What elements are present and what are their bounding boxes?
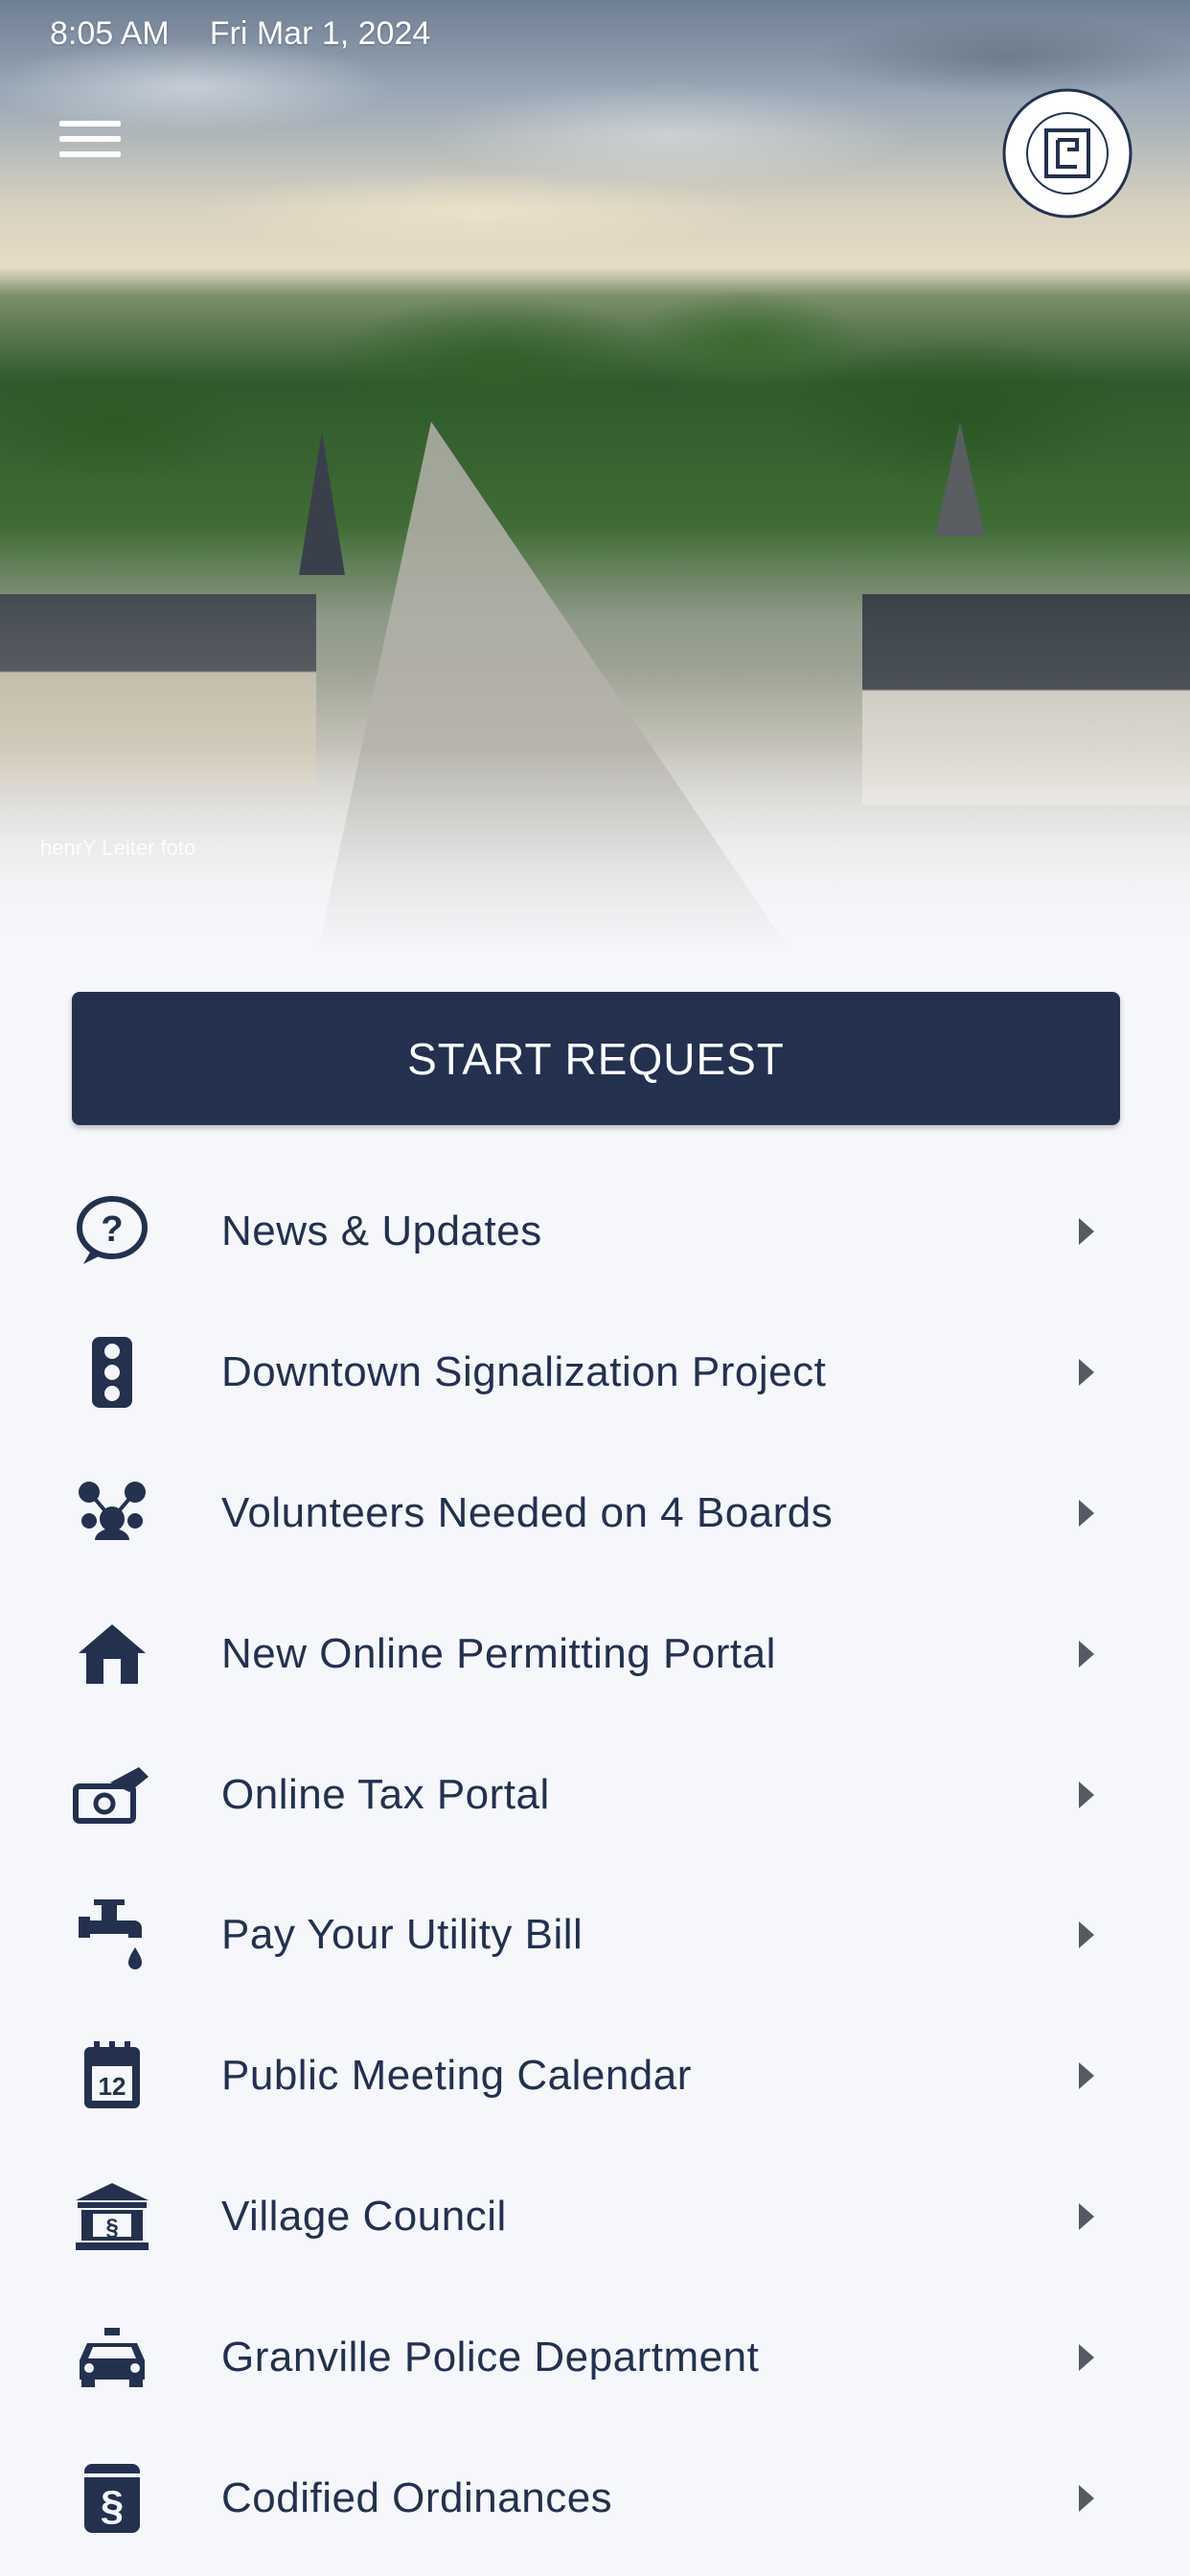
menu-list: ? News & Updates Downtown Signalization … xyxy=(0,1162,1190,2568)
start-request-button[interactable]: START REQUEST xyxy=(72,992,1120,1125)
menu-item-label: Village Council xyxy=(221,2192,507,2240)
menu-item-label: Granville Police Department xyxy=(221,2333,760,2380)
hand-money-icon xyxy=(71,1754,153,1836)
chevron-right-icon xyxy=(1079,2484,1094,2512)
menu-item-volunteers[interactable]: Volunteers Needed on 4 Boards xyxy=(0,1443,1190,1584)
menu-item-label: News & Updates xyxy=(221,1208,542,1255)
chevron-right-icon xyxy=(1079,2343,1094,2371)
chevron-right-icon xyxy=(1079,1218,1094,1246)
chevron-right-icon xyxy=(1079,1359,1094,1387)
svg-text:§: § xyxy=(101,2482,124,2529)
svg-text:§: § xyxy=(105,2215,118,2241)
status-bar: 8:05 AM Fri Mar 1, 2024 xyxy=(50,15,430,53)
menu-item-label: Online Tax Portal xyxy=(221,1770,550,1818)
chevron-right-icon xyxy=(1079,1921,1094,1949)
chevron-right-icon xyxy=(1079,2202,1094,2230)
menu-item-label: New Online Permitting Portal xyxy=(221,1629,776,1677)
menu-item-label: Downtown Signalization Project xyxy=(221,1348,827,1396)
chevron-right-icon xyxy=(1079,1781,1094,1808)
chevron-right-icon xyxy=(1079,2062,1094,2090)
menu-item-downtown-signalization[interactable]: Downtown Signalization Project xyxy=(0,1302,1190,1443)
menu-item-village-council[interactable]: § Village Council xyxy=(0,2147,1190,2288)
menu-item-police-department[interactable]: Granville Police Department xyxy=(0,2287,1190,2427)
status-date: Fri Mar 1, 2024 xyxy=(209,15,431,52)
menu-item-label: Public Meeting Calendar xyxy=(221,2052,692,2100)
menu-item-label: Codified Ordinances xyxy=(221,2473,613,2521)
government-building-icon: § xyxy=(71,2175,153,2258)
left-steeple xyxy=(299,431,345,575)
traffic-light-icon xyxy=(71,1331,153,1414)
village-seal-logo xyxy=(1002,88,1133,218)
menu-item-codified-ordinances[interactable]: § Codified Ordinances xyxy=(0,2427,1190,2568)
police-car-icon xyxy=(71,2316,153,2399)
menu-item-meeting-calendar[interactable]: 12 Public Meeting Calendar xyxy=(0,2006,1190,2147)
chevron-right-icon xyxy=(1079,1640,1094,1668)
svg-text:12: 12 xyxy=(99,2072,126,2101)
menu-item-tax-portal[interactable]: Online Tax Portal xyxy=(0,1724,1190,1865)
menu-item-news-updates[interactable]: ? News & Updates xyxy=(0,1162,1190,1302)
menu-item-label: Pay Your Utility Bill xyxy=(221,1911,584,1959)
status-time: 8:05 AM xyxy=(50,15,170,52)
menu-item-utility-bill[interactable]: Pay Your Utility Bill xyxy=(0,1865,1190,2006)
hamburger-menu-icon[interactable] xyxy=(59,121,121,167)
svg-text:?: ? xyxy=(101,1209,123,1250)
right-steeple xyxy=(935,422,985,537)
menu-item-label: Volunteers Needed on 4 Boards xyxy=(221,1488,834,1536)
section-book-icon: § xyxy=(71,2457,153,2540)
chevron-right-icon xyxy=(1079,1499,1094,1527)
menu-item-permitting-portal[interactable]: New Online Permitting Portal xyxy=(0,1583,1190,1724)
calendar-icon: 12 xyxy=(71,2035,153,2117)
faucet-icon xyxy=(71,1894,153,1976)
photo-credit: henrY Leiter foto xyxy=(40,836,196,860)
house-icon xyxy=(71,1613,153,1695)
question-bubble-icon: ? xyxy=(71,1190,153,1273)
people-network-icon xyxy=(71,1472,153,1554)
